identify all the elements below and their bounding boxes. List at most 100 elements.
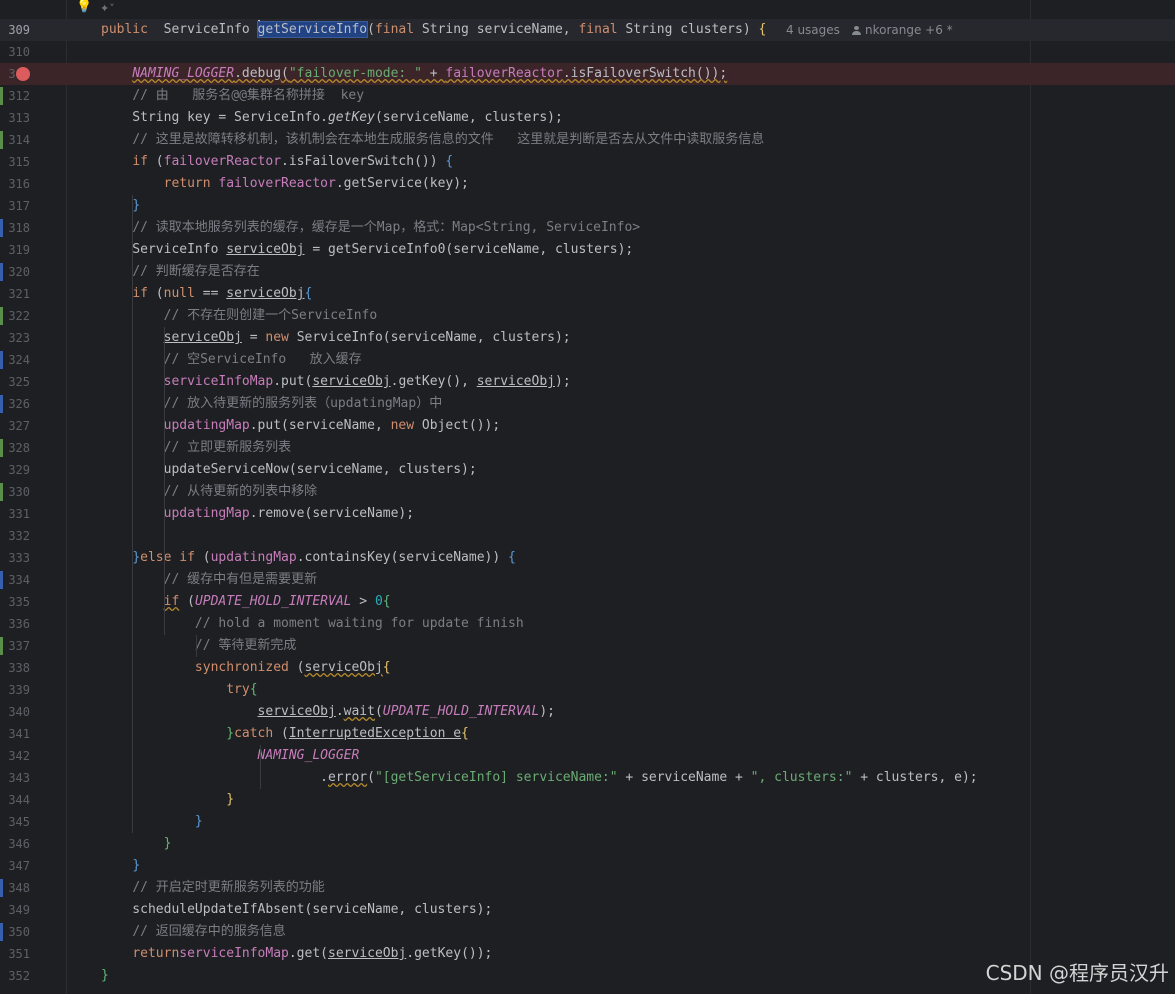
line-number[interactable]: 348 bbox=[0, 877, 30, 899]
line-number[interactable]: 319 bbox=[0, 239, 30, 261]
line-number[interactable]: 343 bbox=[0, 767, 30, 789]
code-text[interactable]: String key = ServiceInfo.getKey(serviceN… bbox=[101, 107, 563, 129]
line-number[interactable]: 334 bbox=[0, 569, 30, 591]
code-line[interactable]: 347 } bbox=[0, 855, 1175, 877]
code-text[interactable]: scheduleUpdateIfAbsent(serviceName, clus… bbox=[101, 899, 492, 921]
code-text[interactable]: synchronized (serviceObj{ bbox=[101, 657, 391, 679]
line-number[interactable]: 340 bbox=[0, 701, 30, 723]
author-hint[interactable]: nkorange +6 * bbox=[852, 19, 953, 41]
line-number[interactable]: 322 bbox=[0, 305, 30, 327]
code-text[interactable]: return failoverReactor.getService(key); bbox=[101, 173, 469, 195]
code-text[interactable]: ServiceInfo serviceObj = getServiceInfo0… bbox=[101, 239, 633, 261]
line-number[interactable]: 349 bbox=[0, 899, 30, 921]
code-line[interactable]: 315 if (failoverReactor.isFailoverSwitch… bbox=[0, 151, 1175, 173]
code-text[interactable]: // 缓存中有但是需要更新 bbox=[101, 569, 317, 591]
code-text[interactable]: if (UPDATE_HOLD_INTERVAL > 0{ bbox=[101, 591, 391, 613]
code-line[interactable]: 348 // 开启定时更新服务列表的功能 bbox=[0, 877, 1175, 899]
code-line[interactable]: 324 // 空ServiceInfo 放入缓存 bbox=[0, 349, 1175, 371]
line-number[interactable]: 336 bbox=[0, 613, 30, 635]
code-text[interactable]: } bbox=[101, 965, 109, 987]
code-text[interactable]: // 立即更新服务列表 bbox=[101, 437, 291, 459]
line-number[interactable]: 314 bbox=[0, 129, 30, 151]
code-line[interactable]: 311 NAMING_LOGGER.debug("failover-mode: … bbox=[0, 63, 1175, 85]
code-text[interactable]: // 开启定时更新服务列表的功能 bbox=[101, 877, 324, 899]
code-line[interactable]: 332 bbox=[0, 525, 1175, 547]
code-text[interactable]: serviceInfoMap.put(serviceObj.getKey(), … bbox=[101, 371, 571, 393]
code-line[interactable]: 341 }catch (InterruptedException e{ bbox=[0, 723, 1175, 745]
line-number[interactable]: 338 bbox=[0, 657, 30, 679]
code-line[interactable]: 340 serviceObj.wait(UPDATE_HOLD_INTERVAL… bbox=[0, 701, 1175, 723]
code-line[interactable]: 327 updatingMap.put(serviceName, new Obj… bbox=[0, 415, 1175, 437]
code-text[interactable]: } bbox=[101, 195, 140, 217]
line-number[interactable]: 310 bbox=[0, 41, 30, 63]
line-number[interactable]: 345 bbox=[0, 811, 30, 833]
line-number[interactable]: 309 bbox=[0, 19, 30, 41]
ai-hint-icon[interactable]: ✦˅ bbox=[100, 2, 115, 16]
code-line[interactable]: 321 if (null == serviceObj{ bbox=[0, 283, 1175, 305]
line-number[interactable]: 346 bbox=[0, 833, 30, 855]
line-number[interactable]: 335 bbox=[0, 591, 30, 613]
line-number[interactable]: 317 bbox=[0, 195, 30, 217]
code-text[interactable]: // 空ServiceInfo 放入缓存 bbox=[101, 349, 362, 371]
code-line[interactable]: 350 // 返回缓存中的服务信息 bbox=[0, 921, 1175, 943]
line-number[interactable]: 347 bbox=[0, 855, 30, 877]
line-number[interactable]: 315 bbox=[0, 151, 30, 173]
line-number[interactable]: 325 bbox=[0, 371, 30, 393]
code-line[interactable]: 318 // 读取本地服务列表的缓存，缓存是一个Map，格式：Map<Strin… bbox=[0, 217, 1175, 239]
code-line[interactable]: 322 // 不存在则创建一个ServiceInfo bbox=[0, 305, 1175, 327]
code-line[interactable]: 319 ServiceInfo serviceObj = getServiceI… bbox=[0, 239, 1175, 261]
code-line[interactable]: 337 // 等待更新完成 bbox=[0, 635, 1175, 657]
line-number[interactable]: 326 bbox=[0, 393, 30, 415]
code-text[interactable]: // 返回缓存中的服务信息 bbox=[101, 921, 285, 943]
code-text[interactable]: serviceObj = new ServiceInfo(serviceName… bbox=[101, 327, 571, 349]
line-number[interactable]: 327 bbox=[0, 415, 30, 437]
line-number[interactable]: 316 bbox=[0, 173, 30, 195]
code-line[interactable]: 333 }else if (updatingMap.containsKey(se… bbox=[0, 547, 1175, 569]
code-line[interactable]: 343 .error("[getServiceInfo] serviceName… bbox=[0, 767, 1175, 789]
code-line[interactable]: 346 } bbox=[0, 833, 1175, 855]
line-number[interactable]: 321 bbox=[0, 283, 30, 305]
code-line[interactable]: 317 } bbox=[0, 195, 1175, 217]
code-line[interactable]: 328 // 立即更新服务列表 bbox=[0, 437, 1175, 459]
code-text[interactable]: .error("[getServiceInfo] serviceName:" +… bbox=[101, 767, 978, 789]
line-number[interactable]: 351 bbox=[0, 943, 30, 965]
code-line[interactable]: 313 String key = ServiceInfo.getKey(serv… bbox=[0, 107, 1175, 129]
usages-count[interactable]: 4 usages bbox=[786, 23, 840, 37]
code-line[interactable]: 325 serviceInfoMap.put(serviceObj.getKey… bbox=[0, 371, 1175, 393]
code-line[interactable]: 326 // 放入待更新的服务列表（updatingMap）中 bbox=[0, 393, 1175, 415]
code-text[interactable]: serviceObj.wait(UPDATE_HOLD_INTERVAL); bbox=[101, 701, 555, 723]
code-text[interactable]: public ServiceInfo getServiceInfo(final … bbox=[101, 19, 766, 41]
code-line[interactable]: 320 // 判断缓存是否存在 bbox=[0, 261, 1175, 283]
code-text[interactable]: } bbox=[101, 855, 140, 877]
line-number[interactable]: 339 bbox=[0, 679, 30, 701]
code-text[interactable]: // 不存在则创建一个ServiceInfo bbox=[101, 305, 378, 327]
code-text[interactable]: updatingMap.put(serviceName, new Object(… bbox=[101, 415, 501, 437]
lightbulb-icon[interactable]: 💡 bbox=[76, 0, 92, 14]
line-number[interactable]: 320 bbox=[0, 261, 30, 283]
code-text[interactable]: updateServiceNow(serviceName, clusters); bbox=[101, 459, 477, 481]
code-line[interactable]: 309 public ServiceInfo getServiceInfo(fin… bbox=[0, 19, 1175, 41]
line-number[interactable]: 333 bbox=[0, 547, 30, 569]
code-text[interactable]: } bbox=[101, 811, 203, 833]
code-text[interactable]: } bbox=[101, 789, 234, 811]
code-line[interactable]: 331 updatingMap.remove(serviceName); bbox=[0, 503, 1175, 525]
line-number[interactable]: 329 bbox=[0, 459, 30, 481]
code-text[interactable]: // 放入待更新的服务列表（updatingMap）中 bbox=[101, 393, 443, 415]
code-line[interactable]: 323 serviceObj = new ServiceInfo(service… bbox=[0, 327, 1175, 349]
code-text[interactable]: NAMING_LOGGER bbox=[101, 745, 360, 767]
author-name[interactable]: nkorange +6 * bbox=[865, 23, 953, 37]
usages-hint[interactable]: 4 usages bbox=[786, 19, 840, 41]
line-number[interactable]: 330 bbox=[0, 481, 30, 503]
code-line[interactable]: 330 // 从待更新的列表中移除 bbox=[0, 481, 1175, 503]
code-line[interactable]: 344 } bbox=[0, 789, 1175, 811]
line-number[interactable]: 332 bbox=[0, 525, 30, 547]
line-number[interactable]: 344 bbox=[0, 789, 30, 811]
line-number[interactable]: 324 bbox=[0, 349, 30, 371]
code-text[interactable]: try{ bbox=[101, 679, 257, 701]
code-line[interactable]: 338 synchronized (serviceObj{ bbox=[0, 657, 1175, 679]
code-line[interactable]: 336 // hold a moment waiting for update … bbox=[0, 613, 1175, 635]
code-line[interactable]: 329 updateServiceNow(serviceName, cluste… bbox=[0, 459, 1175, 481]
code-line[interactable]: 334 // 缓存中有但是需要更新 bbox=[0, 569, 1175, 591]
code-text[interactable]: // 这里是故障转移机制，该机制会在本地生成服务信息的文件 这里就是判断是否去从… bbox=[101, 129, 764, 151]
line-number[interactable]: 331 bbox=[0, 503, 30, 525]
